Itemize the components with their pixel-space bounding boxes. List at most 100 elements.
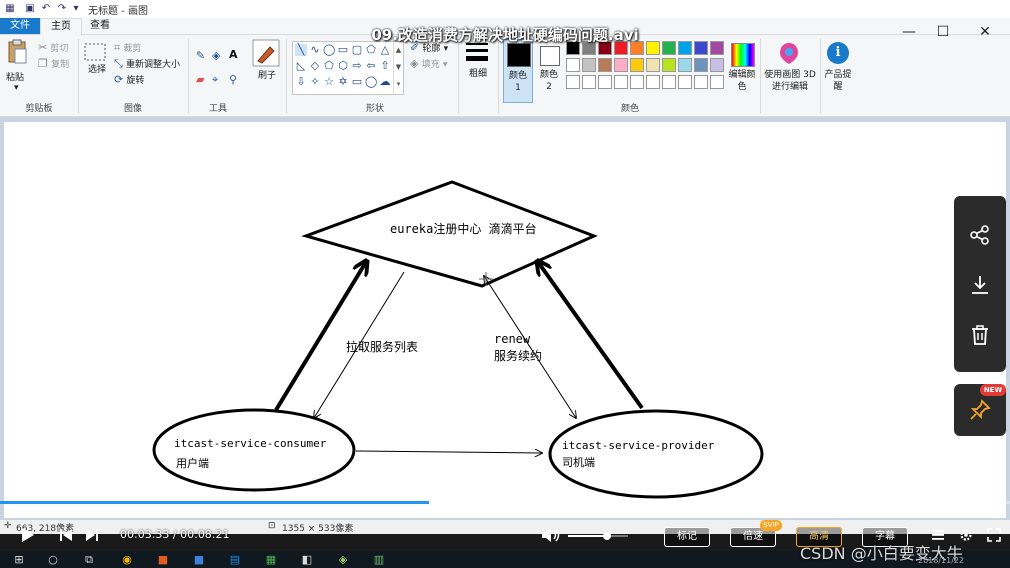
eraser-icon[interactable]: ▰ xyxy=(196,73,204,86)
copy-button[interactable]: ❐ 复制 xyxy=(38,57,69,70)
palette-swatch[interactable] xyxy=(678,58,692,72)
palette-swatch[interactable] xyxy=(694,75,708,89)
curve-shape-icon[interactable]: ∿ xyxy=(309,44,321,56)
shapes-scroll-icon[interactable]: ▲ ▼ ▾ xyxy=(393,42,403,94)
size-button[interactable]: 粗细 xyxy=(464,41,492,101)
maximize-icon[interactable]: ☐ xyxy=(932,22,954,42)
file-explorer-icon[interactable]: ▤ xyxy=(228,553,242,566)
playback-time: 00:03:33 / 00:08:21 xyxy=(120,528,230,541)
task-view-icon[interactable]: ⧉ xyxy=(82,553,96,566)
palette-swatch[interactable] xyxy=(598,58,612,72)
previous-button[interactable] xyxy=(56,519,76,551)
down-arrow-shape-icon[interactable]: ⇩ xyxy=(295,76,307,88)
fill-label: 填充 xyxy=(421,60,440,70)
drawing-canvas[interactable]: eureka注册中心 滴滴平台 拉取服务列表 renew 服务续约 itcast… xyxy=(4,122,1006,518)
callout-cloud-shape-icon[interactable]: ☁ xyxy=(379,76,391,88)
color-picker-icon[interactable]: ⌖ xyxy=(212,73,218,87)
customize-quick-access-icon[interactable]: ▾ xyxy=(70,3,82,15)
right-triangle-shape-icon[interactable]: ◺ xyxy=(295,60,307,72)
six-point-star-shape-icon[interactable]: ✡ xyxy=(337,76,349,88)
consumer-register-arrow xyxy=(274,262,366,412)
resize-button[interactable]: ⤡ 重新调整大小 xyxy=(114,57,180,71)
edit-colors-button[interactable]: 编辑颜色 xyxy=(728,39,756,101)
palette-swatch[interactable] xyxy=(614,58,628,72)
share-button[interactable] xyxy=(954,210,1006,260)
palette-swatch[interactable] xyxy=(630,75,644,89)
paint3d-button[interactable]: 使用画图 3D 进行编辑 xyxy=(764,39,816,101)
palette-swatch[interactable] xyxy=(694,58,708,72)
app-icon-green[interactable]: ▦ xyxy=(264,553,278,566)
play-button[interactable] xyxy=(16,519,40,551)
polygon-shape-icon[interactable]: ⬠ xyxy=(365,44,377,56)
palette-swatch[interactable] xyxy=(582,58,596,72)
paint-taskbar-icon[interactable]: ◈ xyxy=(336,553,350,566)
next-button[interactable] xyxy=(82,519,102,551)
pencil-icon[interactable]: ✎ xyxy=(196,49,205,62)
diamond-shape-icon[interactable]: ◇ xyxy=(309,60,321,72)
product-alert-button[interactable]: i 产品提醒 xyxy=(824,39,852,101)
download-button[interactable] xyxy=(954,260,1006,310)
select-rectangle-icon xyxy=(84,43,106,61)
close-icon[interactable]: ✕ xyxy=(974,22,996,42)
palette-swatch[interactable] xyxy=(598,75,612,89)
triangle-shape-icon[interactable]: △ xyxy=(379,44,391,56)
paste-button[interactable]: 粘贴 ▾ xyxy=(6,39,32,99)
renew-label-cn: 服务续约 xyxy=(494,348,542,363)
app-icon-blue[interactable]: ■ xyxy=(192,553,206,566)
palette-swatch[interactable] xyxy=(678,75,692,89)
mark-button[interactable]: 标记 xyxy=(664,527,710,547)
minimize-icon[interactable]: — xyxy=(898,22,920,42)
color1-button[interactable]: 颜色 1 xyxy=(503,39,533,103)
brushes-button[interactable]: 刷子 xyxy=(252,39,282,101)
four-point-star-shape-icon[interactable]: ✧ xyxy=(309,76,321,88)
provider-name: itcast-service-provider xyxy=(562,439,715,452)
rounded-rectangle-shape-icon[interactable]: ▢ xyxy=(351,44,363,56)
oval-shape-icon[interactable]: ◯ xyxy=(323,44,335,56)
callout-rect-shape-icon[interactable]: ▭ xyxy=(351,76,363,88)
video-progress-bar[interactable] xyxy=(0,501,1010,504)
palette-swatch[interactable] xyxy=(662,75,676,89)
undo-icon[interactable]: ↶ xyxy=(40,3,52,15)
palette-swatch[interactable] xyxy=(630,58,644,72)
magnifier-icon[interactable]: ⚲ xyxy=(229,73,237,86)
palette-swatch[interactable] xyxy=(646,75,660,89)
up-arrow-shape-icon[interactable]: ⇧ xyxy=(379,60,391,72)
rotate-button[interactable]: ⟳ 旋转 xyxy=(114,73,144,86)
chrome-icon[interactable]: ◉ xyxy=(120,553,134,566)
palette-swatch[interactable] xyxy=(566,75,580,89)
fill-button[interactable]: ◈ 填充 ▾ xyxy=(410,57,447,70)
palette-swatch[interactable] xyxy=(582,75,596,89)
pentagon-shape-icon[interactable]: ⬠ xyxy=(323,60,335,72)
palette-swatch[interactable] xyxy=(662,58,676,72)
architecture-diagram: eureka注册中心 滴滴平台 拉取服务列表 renew 服务续约 itcast… xyxy=(152,180,764,499)
fill-bucket-icon[interactable]: ◈ xyxy=(212,49,220,62)
hexagon-shape-icon[interactable]: ⬡ xyxy=(337,60,349,72)
right-arrow-shape-icon[interactable]: ⇨ xyxy=(351,60,363,72)
palette-swatch[interactable] xyxy=(710,58,724,72)
rectangle-shape-icon[interactable]: ▭ xyxy=(337,44,349,56)
five-point-star-shape-icon[interactable]: ☆ xyxy=(323,76,335,88)
palette-swatch[interactable] xyxy=(614,75,628,89)
volume-slider[interactable] xyxy=(568,532,628,540)
volume-button[interactable] xyxy=(540,519,562,551)
text-tool-icon[interactable]: A xyxy=(229,48,238,61)
delete-button[interactable] xyxy=(954,310,1006,360)
palette-swatch[interactable] xyxy=(646,58,660,72)
app-icon-doc[interactable]: ▥ xyxy=(372,553,386,566)
line-shape-icon[interactable]: ╲ xyxy=(295,44,307,56)
color2-button[interactable]: 颜色 2 xyxy=(535,39,563,101)
search-icon[interactable]: ○ xyxy=(46,553,60,566)
callout-oval-shape-icon[interactable]: ◯ xyxy=(365,76,377,88)
redo-icon[interactable]: ↷ xyxy=(56,3,68,15)
left-arrow-shape-icon[interactable]: ⇦ xyxy=(365,60,377,72)
fullscreen-button[interactable] xyxy=(984,519,1004,551)
app-icon-gray[interactable]: ◧ xyxy=(300,553,314,566)
select-button[interactable]: 选择 xyxy=(84,43,110,76)
volume-knob[interactable] xyxy=(603,532,611,540)
palette-swatch[interactable] xyxy=(710,75,724,89)
app-icon-orange[interactable]: ■ xyxy=(156,553,170,566)
save-icon[interactable]: ▣ xyxy=(24,3,36,15)
palette-swatch[interactable] xyxy=(566,58,580,72)
windows-start-icon[interactable]: ⊞ xyxy=(12,553,26,566)
shapes-gallery[interactable]: ╲ ∿ ◯ ▭ ▢ ⬠ △ ◺ ◇ ⬠ ⬡ ⇨ ⇦ ⇧ ⇩ ✧ ☆ ✡ ▭ ◯ … xyxy=(292,41,404,95)
